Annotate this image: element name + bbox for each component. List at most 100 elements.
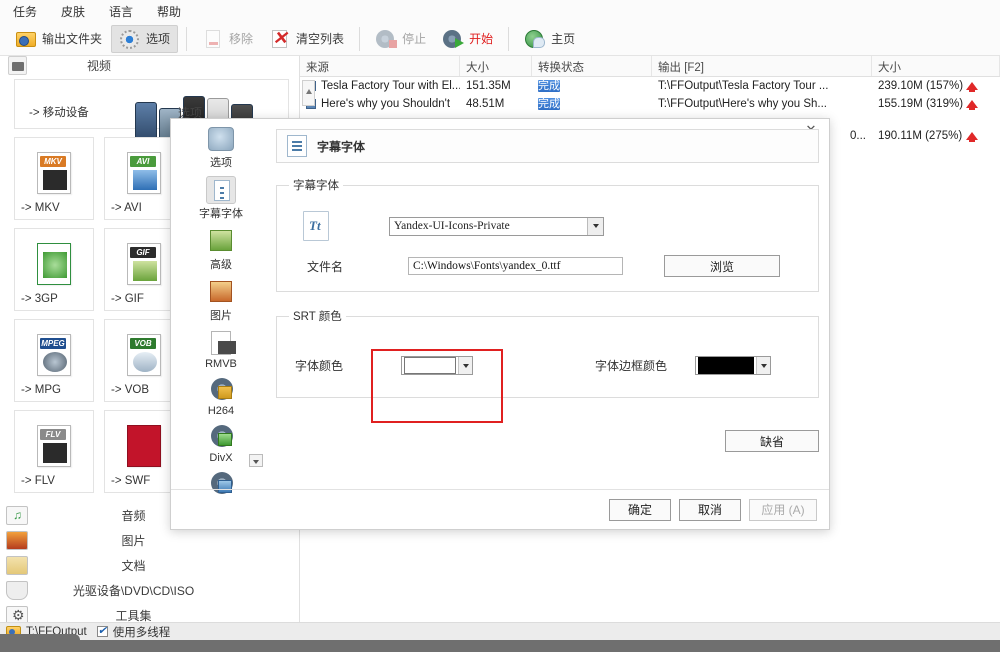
clear-list-icon: ✕ (272, 27, 288, 48)
cancel-label: 取消 (697, 503, 722, 517)
multithread-toggle[interactable]: 使用多线程 (96, 624, 170, 640)
row-status-cell: 完成 (532, 79, 652, 94)
menu-item-skin[interactable]: 皮肤 (58, 1, 88, 22)
font-type-icon (303, 211, 329, 241)
column-header-source[interactable]: 来源 (300, 56, 460, 76)
table-row[interactable]: Tesla Factory Tour with El... 151.35M 完成… (300, 77, 1000, 95)
border-color-chip (698, 357, 754, 374)
sidebar-item-subtitle-font[interactable]: 字幕字体 (183, 176, 259, 221)
format-tile-label: -> MKV (21, 202, 60, 214)
sidebar-item-options[interactable]: 选项 (183, 125, 259, 170)
priority-up-icon[interactable] (966, 132, 978, 142)
gif-art: GIF (121, 243, 167, 287)
sidebar-item-rmvb[interactable]: RMVB (183, 329, 259, 370)
dialog-header: 字幕字体 (276, 129, 819, 163)
picture-icon (206, 278, 236, 306)
vob-art: VOB (121, 334, 167, 378)
srt-color-legend: SRT 颜色 (293, 311, 342, 323)
home-button[interactable]: 主页 (517, 25, 582, 53)
remove-button[interactable]: 移除 (195, 25, 260, 53)
format-tile-3gp[interactable]: -> 3GP (14, 228, 94, 311)
subtitle-font-icon (206, 176, 236, 204)
browse-button[interactable]: 浏览 (664, 255, 780, 277)
nav-item-disc[interactable]: 光驱设备\DVD\CD\ISO (0, 578, 299, 603)
mpg-art: MPEG (31, 334, 77, 378)
column-header-outsize[interactable]: 大小 (872, 56, 1000, 76)
font-filename-input[interactable]: C:\Windows\Fonts\yandex_0.ttf (408, 257, 623, 275)
toolbar-separator (186, 26, 188, 51)
table-row[interactable]: Here's why you Shouldn't 48.51M 完成 T:\FF… (300, 95, 1000, 113)
row-size-cell: 151.35M (466, 80, 511, 92)
column-header-status[interactable]: 转换状态 (532, 56, 652, 76)
row-output-cell: T:\FFOutput\Tesla Factory Tour ... (658, 80, 829, 92)
start-label: 开始 (469, 32, 494, 46)
list-scroll-up-button[interactable] (302, 80, 315, 106)
filename-label: 文件名 (307, 259, 344, 274)
remove-doc-icon (202, 29, 224, 49)
stop-label: 停止 (402, 32, 427, 46)
ok-button[interactable]: 确定 (609, 498, 671, 521)
checkbox-icon[interactable] (96, 624, 108, 637)
output-folder-button[interactable]: 输出文件夹 (8, 25, 109, 53)
cancel-button[interactable]: 取消 (679, 498, 741, 521)
row-output-cell: T:\FFOutput\Here's why you Sh... (658, 98, 828, 110)
default-button[interactable]: 缺省 (725, 430, 819, 452)
row-outsize-cell: 190.11M (275%) (872, 130, 1000, 142)
menu-item-language[interactable]: 语言 (106, 1, 136, 22)
apply-button[interactable]: 应用 (A) (749, 498, 817, 521)
divx-film-icon (206, 423, 236, 451)
format-tile-mkv[interactable]: MKV -> MKV (14, 137, 94, 220)
nav-item-document[interactable]: 文档 (0, 553, 299, 578)
sidebar-item-divx[interactable]: DivX (183, 423, 259, 464)
row-outsize-cell: 239.10M (157%) (872, 80, 1000, 92)
gear-icon (119, 29, 141, 49)
sidebar-item-advanced[interactable]: 高级 (183, 227, 259, 272)
music-note-icon (6, 506, 28, 525)
menu-item-help[interactable]: 帮助 (154, 1, 184, 22)
format-tile-mpg[interactable]: MPEG -> MPG (14, 319, 94, 402)
border-color-picker[interactable] (695, 356, 771, 375)
font-family-select[interactable]: Yandex-UI-Icons-Private (389, 216, 604, 236)
format-panel-header: 视频 (0, 56, 299, 75)
status-badge: 完成 (538, 97, 560, 110)
nav-item-label: 文档 (121, 559, 146, 573)
menu-item-tasks[interactable]: 任务 (10, 1, 40, 22)
nav-item-label: 图片 (121, 534, 146, 548)
start-button[interactable]: 开始 (435, 25, 500, 53)
row-source-cell: Here's why you Shouldn't (300, 98, 460, 110)
clear-list-label: 清空列表 (296, 32, 345, 46)
column-header-output[interactable]: 输出 [F2] (652, 56, 872, 76)
toolbar-separator-2 (359, 26, 361, 51)
format-tile-flv[interactable]: FLV -> FLV (14, 410, 94, 493)
dialog-content: 字幕字体 字幕字体 Yandex-UI-Icons-Private 文件名 C:… (276, 129, 819, 483)
sidebar-item-label: 图片 (210, 310, 232, 322)
options-dialog: ✕ 选项 字幕字体 高级 图片 RMVB (170, 118, 830, 530)
column-header-size[interactable]: 大小 (460, 56, 532, 76)
sidebar-item-h264[interactable]: H264 (183, 376, 259, 417)
nav-item-picture[interactable]: 图片 (0, 528, 299, 553)
options-button[interactable]: 选项 (111, 24, 179, 53)
browse-label: 浏览 (709, 259, 734, 274)
row-outsize-label: 190.11M (275%) (878, 130, 963, 142)
priority-up-icon[interactable] (966, 82, 978, 92)
h264-film-icon (206, 376, 236, 404)
sidebar-item-label: 选项 (210, 157, 232, 169)
sidebar-scroll-down-button[interactable] (249, 454, 263, 467)
sidebar-item-label: RMVB (205, 358, 237, 370)
row-source-cell: Tesla Factory Tour with El... (300, 80, 460, 92)
stop-button[interactable]: 停止 (368, 25, 433, 53)
format-tile-label: -> MPG (21, 384, 61, 396)
priority-up-icon[interactable] (966, 100, 978, 110)
start-icon (442, 29, 465, 49)
format-tile-label: -> VOB (111, 384, 150, 396)
row-source-label: Tesla Factory Tour with El... (321, 80, 460, 92)
clear-list-button[interactable]: ✕ 清空列表 (262, 25, 351, 53)
format-tile-label: -> AVI (111, 202, 142, 214)
advanced-icon (206, 227, 236, 255)
camera-icon[interactable] (8, 56, 27, 75)
font-filename-value: C:\Windows\Fonts\yandex_0.ttf (413, 260, 561, 272)
format-tile-label: -> 3GP (21, 293, 58, 305)
mkv-art: MKV (31, 152, 77, 196)
row-status-cell: 完成 (532, 97, 652, 112)
sidebar-item-picture[interactable]: 图片 (183, 278, 259, 323)
